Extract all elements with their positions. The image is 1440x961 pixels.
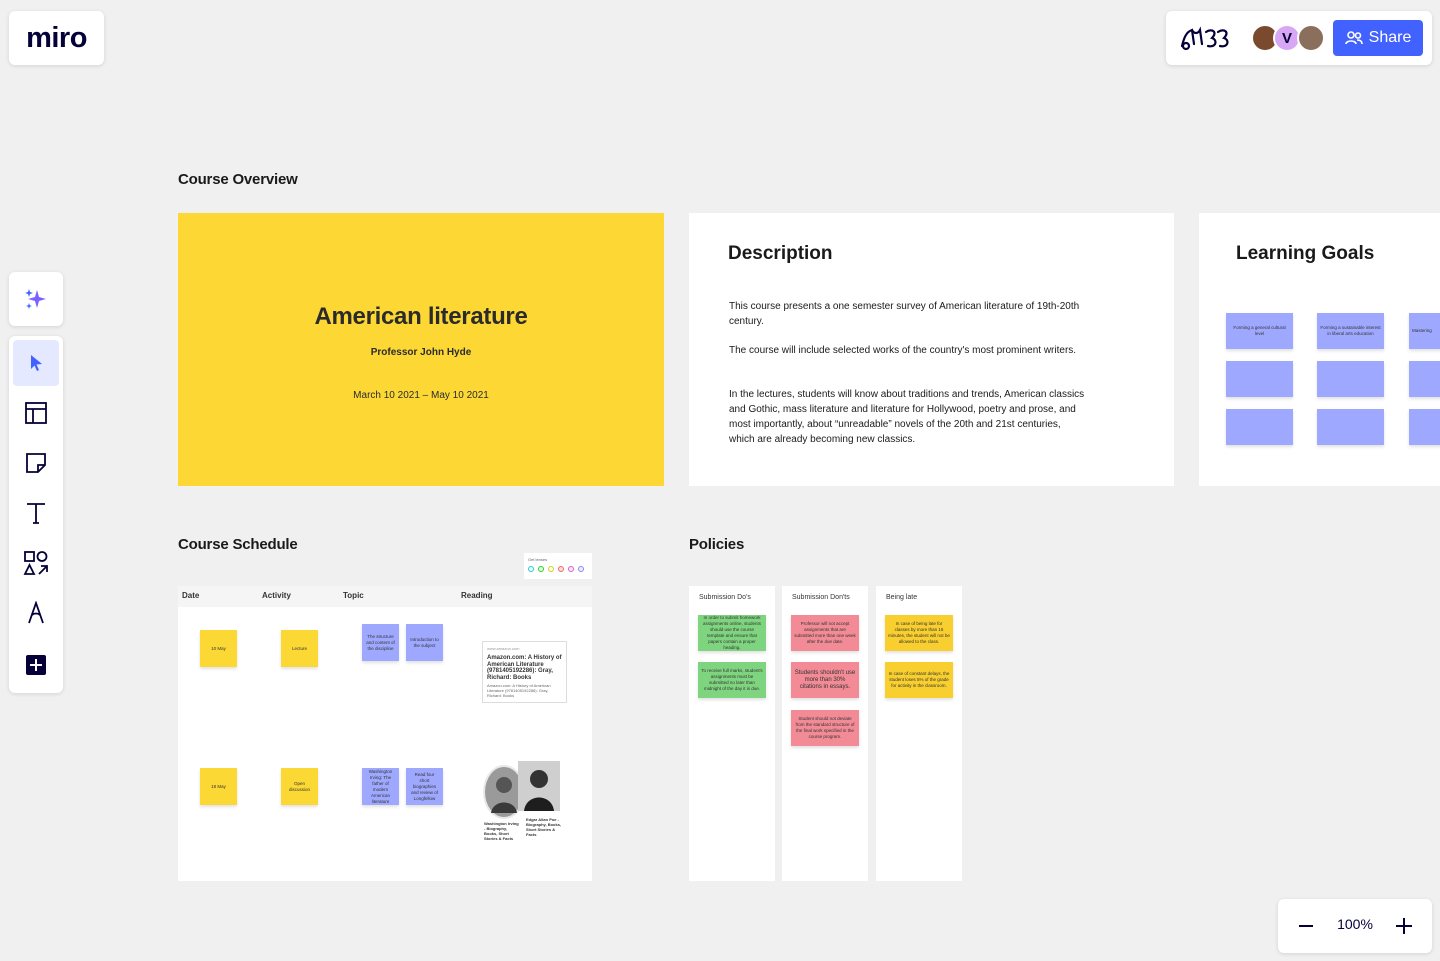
cursor-icon xyxy=(31,355,42,371)
sparkle-icon xyxy=(25,289,46,309)
templates-tool[interactable] xyxy=(13,390,59,436)
column-header: Topic xyxy=(343,591,364,600)
sticky-note[interactable]: Introduction to the subject xyxy=(406,624,443,661)
reactions-icon[interactable] xyxy=(1178,22,1232,54)
sticky-note[interactable]: In case of constant delays, the student … xyxy=(885,662,953,698)
logo-text: miro xyxy=(26,21,87,54)
course-hero-card[interactable]: American literature Professor John Hyde … xyxy=(178,213,664,486)
sticky-note-tool[interactable] xyxy=(13,440,59,486)
reading-link-card[interactable]: Washington Irving - Biography, Books, Sh… xyxy=(482,819,522,863)
users-icon xyxy=(1344,31,1363,45)
sticky-note[interactable]: 10 May xyxy=(200,630,237,667)
sticky-note[interactable] xyxy=(1409,409,1440,445)
course-title: American literature xyxy=(314,302,528,330)
description-paragraph: This course presents a one semester surv… xyxy=(729,301,1080,327)
share-button[interactable]: Share xyxy=(1333,20,1423,56)
policy-column[interactable]: Submission Don'ts Professor will not acc… xyxy=(782,586,868,881)
templates-icon xyxy=(25,402,47,424)
sticky-note[interactable] xyxy=(1226,361,1293,397)
zoom-out-button[interactable] xyxy=(1290,910,1322,942)
column-header: Activity xyxy=(262,591,291,600)
schedule-header: Date Activity Topic Reading xyxy=(178,586,592,607)
legend-dot[interactable] xyxy=(568,566,574,572)
reading-link-card[interactable]: www.amazon.com Amazon.com: A History of … xyxy=(482,641,567,703)
column-header: Reading xyxy=(461,591,493,600)
sticky-note[interactable] xyxy=(1317,361,1384,397)
policies-title: Policies xyxy=(689,536,745,553)
sticky-note[interactable]: Student should not deviate from the stan… xyxy=(791,710,859,746)
avatar[interactable] xyxy=(1297,24,1325,52)
learning-goals-card[interactable]: Learning Goals Forming a general cultura… xyxy=(1199,213,1440,486)
sticky-note[interactable]: In order to submit homework assignments … xyxy=(698,615,766,651)
sticky-note[interactable] xyxy=(1317,409,1384,445)
description-paragraph: The course will include selected works o… xyxy=(729,345,1077,356)
description-title: Description xyxy=(728,243,833,264)
learning-goals-title: Learning Goals xyxy=(1236,243,1375,264)
course-schedule-title: Course Schedule xyxy=(178,536,298,553)
sticky-note[interactable]: Lecture xyxy=(281,630,318,667)
sticky-note[interactable]: The structure and content of the discipl… xyxy=(362,624,399,661)
sticky-note[interactable]: Washington Irving: The father of modern … xyxy=(362,768,399,805)
description-paragraph: In the lectures, students will know abou… xyxy=(729,389,1085,445)
plus-square-icon xyxy=(26,655,46,675)
plus-icon xyxy=(1396,918,1412,934)
sticky-note[interactable]: Students shouldn't use more than 30% cit… xyxy=(791,662,859,698)
pen-tool[interactable] xyxy=(13,590,59,636)
sticky-note[interactable] xyxy=(1226,409,1293,445)
reference-title: Edgar Allan Poe - Biography, Books, Shor… xyxy=(526,817,562,837)
zoom-control: 100% xyxy=(1278,899,1432,953)
sticky-note[interactable]: 18 May xyxy=(200,768,237,805)
description-card[interactable]: Description This course presents a one s… xyxy=(689,213,1174,486)
sticky-note[interactable]: Mastering xyxy=(1409,313,1440,349)
left-toolbar xyxy=(9,336,63,693)
sticky-note[interactable]: Forming a sustainable interest in libera… xyxy=(1317,313,1384,349)
sticky-note[interactable]: Read four short biographies and review o… xyxy=(406,768,443,805)
select-tool[interactable] xyxy=(13,340,59,386)
sticky-note[interactable] xyxy=(1409,361,1440,397)
pen-icon xyxy=(28,601,44,624)
sticky-note-icon xyxy=(26,453,46,473)
policy-column-title: Being late xyxy=(886,594,918,601)
sticky-note[interactable]: In case of being late for classes by mor… xyxy=(885,615,953,651)
column-header: Date xyxy=(182,591,200,600)
policy-column[interactable]: Being late In case of being late for cla… xyxy=(876,586,962,881)
legend-dot[interactable] xyxy=(558,566,564,572)
sticky-note[interactable]: To receive full marks, student's assignm… xyxy=(698,662,766,698)
legend-label: Get lenses xyxy=(528,557,548,562)
zoom-in-button[interactable] xyxy=(1388,910,1420,942)
share-label: Share xyxy=(1368,29,1412,46)
policy-column-title: Submission Don'ts xyxy=(792,594,850,601)
miro-logo[interactable]: miro xyxy=(9,11,104,65)
shapes-icon xyxy=(23,551,48,575)
course-dates: March 10 2021 – May 10 2021 xyxy=(353,389,489,401)
reading-link-card[interactable]: Edgar Allan Poe - Biography, Books, Shor… xyxy=(524,815,564,849)
policy-column[interactable]: Submission Do's In order to submit homew… xyxy=(689,586,775,881)
legend-dot[interactable] xyxy=(578,566,584,572)
sticky-note[interactable]: Open discussion xyxy=(281,768,318,805)
legend-dot[interactable] xyxy=(548,566,554,572)
zoom-level[interactable]: 100% xyxy=(1328,916,1382,932)
reference-title: Washington Irving - Biography, Books, Sh… xyxy=(484,821,519,841)
legend-dot[interactable] xyxy=(538,566,544,572)
portrait-image[interactable] xyxy=(518,761,560,811)
text-icon xyxy=(27,503,45,524)
reference-source: www.amazon.com xyxy=(487,646,520,651)
policy-column-title: Submission Do's xyxy=(699,594,751,601)
sticky-note[interactable]: Professor will not accept assignments th… xyxy=(791,615,859,651)
course-overview-title: Course Overview xyxy=(178,171,298,188)
more-tools[interactable] xyxy=(13,642,59,688)
reference-body: Amazon.com: A History of American Litera… xyxy=(487,683,551,698)
text-tool[interactable] xyxy=(13,490,59,536)
sticky-note[interactable]: Forming a general cultural level xyxy=(1226,313,1293,349)
reference-title: Amazon.com: A History of American Litera… xyxy=(487,655,562,681)
schedule-table[interactable]: Date Activity Topic Reading 10 May Lectu… xyxy=(178,586,592,881)
professor-name: Professor John Hyde xyxy=(370,346,472,358)
shapes-tool[interactable] xyxy=(13,540,59,586)
lens-legend[interactable]: Get lenses xyxy=(524,553,592,579)
collaboration-bar: V Share xyxy=(1166,11,1432,65)
minus-icon xyxy=(1299,925,1313,927)
legend-dot[interactable] xyxy=(528,566,534,572)
ai-assist-button[interactable] xyxy=(9,272,63,326)
